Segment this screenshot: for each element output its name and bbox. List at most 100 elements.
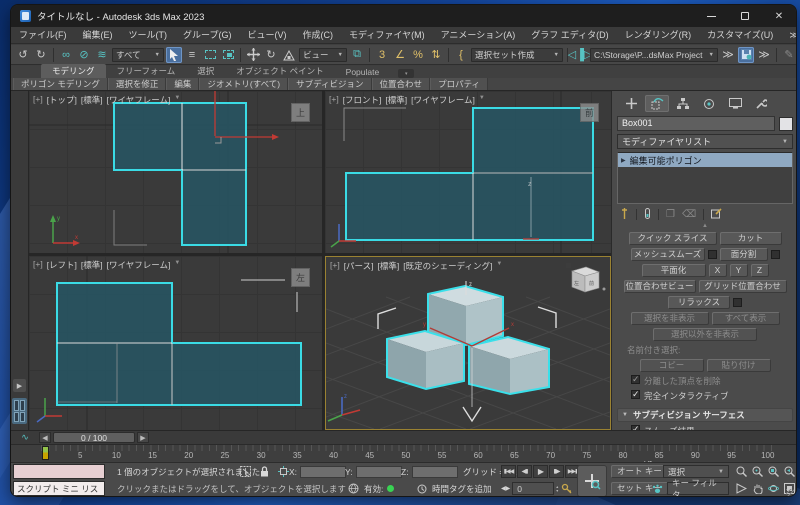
menu-item[interactable]: 作成(C) [294,27,341,44]
align-grid-button[interactable]: グリッド位置合わせ [699,280,787,293]
menu-item[interactable]: ビュー(V) [239,27,294,44]
viewport-shading-label[interactable]: [ワイヤフレーム] [411,94,475,106]
ribbon-tab-object-paint[interactable]: オブジェクト ペイント [225,64,334,78]
menu-item[interactable]: グラフ エディタ(D) [523,27,616,44]
maximize-button[interactable] [728,5,762,27]
viewport-pov-label[interactable]: [トップ] [47,94,77,106]
filters-paw-icon[interactable] [651,482,664,495]
display-tab-icon[interactable] [723,95,747,112]
zoom-extents-all-icon[interactable] [783,466,796,478]
edit-named-selection-icon[interactable]: { [453,47,469,63]
ref-coord-dropdown[interactable]: ビュー▼ [299,48,347,62]
utilities-tab-icon[interactable] [749,95,773,112]
minimize-button[interactable] [694,5,728,27]
project-folder-dropdown[interactable]: C:\Storage\P...dsMax Project▼ [590,48,718,62]
viewport-shading-label[interactable]: [既定のシェーディング] [403,260,492,272]
meshsmooth-button[interactable]: メッシュスムーズ [631,248,705,261]
fov-icon[interactable] [735,483,748,495]
time-tag-icon[interactable] [415,482,428,495]
prev-frame-button[interactable]: ◀▮ [517,465,532,478]
ribbon-group-geometry-all[interactable]: ジオメトリ(すべて) [199,78,288,90]
expand-arrow-icon[interactable]: ▶ [621,157,626,164]
viewport-menu-plus[interactable]: [+] [330,260,340,272]
menu-item[interactable]: モディファイヤ(M) [341,27,433,44]
viewport-pov-label[interactable]: [パース] [344,260,374,272]
viewport-front[interactable]: [+] [フロント] [標準] [ワイヤフレーム] ▼ 前 z [325,91,611,253]
named-selection-dropdown[interactable]: 選択セット作成▼ [471,48,563,62]
bind-spacewarp-icon[interactable]: ≋ [94,47,110,63]
unlink-icon[interactable]: ⊘ [76,47,92,63]
viewport-layout-tab-icon[interactable] [12,398,27,424]
viewport-standard-label[interactable]: [標準] [378,260,400,272]
make-unique-icon[interactable]: ❐ [666,209,675,220]
menu-item[interactable]: グループ(G) [175,27,239,44]
use-pivot-icon[interactable]: ⧉ [349,47,365,63]
menu-item[interactable]: レンダリング(R) [617,27,700,44]
frame-back-button[interactable]: ◀ [39,432,51,443]
select-by-name-icon[interactable]: ≡ [184,47,200,63]
ribbon-group-polygon-modeling[interactable]: ポリゴン モデリング [13,78,108,90]
modify-tab-icon[interactable] [645,95,669,112]
pan-hand-icon[interactable] [751,483,764,495]
motion-tab-icon[interactable] [697,95,721,112]
titlebar[interactable]: タイトルなし - Autodesk 3ds Max 2023 ✕ [11,5,796,27]
spinner-snap-icon[interactable]: ⇅ [428,47,444,63]
selection-filter-dropdown[interactable]: すべて▼ [112,48,164,62]
frame-spinner[interactable]: ▴▾ [556,485,558,493]
viewport-shading-label[interactable]: [ワイヤフレーム] [107,259,171,271]
script-listener-tab[interactable]: スクリプト ミニ リス [13,481,105,496]
ribbon-tab-freeform[interactable]: フリーフォーム [106,64,187,78]
redo-icon[interactable]: ↻ [33,47,49,63]
snap-toggle-icon[interactable]: 3 [374,47,390,63]
planar-x-button[interactable]: X [709,264,727,277]
hide-selected-button[interactable]: 選択を非表示 [631,312,709,325]
z-coord-field[interactable] [412,466,458,478]
zoom-extents-icon[interactable] [767,466,780,478]
frame-nudge-icon[interactable]: ◀▶ [501,485,510,492]
make-planar-button[interactable]: 平面化 [642,264,706,277]
move-icon[interactable] [245,47,261,63]
object-color-swatch[interactable] [779,117,793,131]
next-frame-button[interactable]: ▮▶ [549,465,564,478]
viewcube-top[interactable]: 上 [291,103,310,122]
planar-z-button[interactable]: Z [751,264,769,277]
save-scene-icon[interactable] [738,47,754,63]
mirror-icon[interactable]: ◁▐▷ [572,47,588,63]
menu-item[interactable]: アニメーション(A) [433,27,524,44]
selection-lock-icon[interactable] [258,465,271,478]
maxscript-mini-listener[interactable] [13,464,105,479]
timeline-ruler[interactable]: 0510152025303540455055606570758085909510… [11,444,796,461]
viewport-pov-label[interactable]: [レフト] [47,259,77,271]
viewport-menu-plus[interactable]: [+] [33,94,43,106]
viewport-shading-label[interactable]: [ワイヤフレーム] [107,94,171,106]
time-slider-handle[interactable] [42,446,49,460]
go-to-start-button[interactable]: ▮◀◀ [501,465,516,478]
pin-stack-icon[interactable] [620,208,629,222]
modifier-list-dropdown[interactable]: モディファイヤリスト ▼ [617,134,793,149]
object-name-field[interactable]: Box001 [617,116,775,131]
menu-item[interactable]: カスタマイズ(U) [699,27,781,44]
hierarchy-tab-icon[interactable] [671,95,695,112]
panel-splitter[interactable]: ▲ [617,223,793,229]
ribbon-tab-selection[interactable]: 選択 [186,64,225,78]
orbit-icon[interactable] [767,483,780,495]
close-button[interactable]: ✕ [762,5,796,27]
viewport-standard-label[interactable]: [標準] [81,94,103,106]
relax-settings-checkbox[interactable] [733,298,742,307]
ribbon-config-icon[interactable]: ▾ [398,69,414,78]
ribbon-group-align[interactable]: 位置合わせ [372,78,431,90]
current-frame-field[interactable]: 0 [512,482,554,495]
undo-icon[interactable]: ↺ [15,47,31,63]
ribbon-tab-modeling[interactable]: モデリング [41,64,106,78]
viewport-perspective[interactable]: [+] [パース] [標準] [既定のシェーディング] ▼ [325,256,611,430]
mini-curve-editor-icon[interactable]: ∿ [11,432,39,443]
show-end-result-icon[interactable] [644,208,651,222]
tessellate-settings-checkbox[interactable] [771,250,780,259]
full-interactivity-checkbox[interactable] [631,390,640,399]
planar-y-button[interactable]: Y [730,264,748,277]
isolate-selection-icon[interactable] [239,465,252,478]
create-tab-icon[interactable] [619,95,643,112]
angle-snap-icon[interactable]: ∠ [392,47,408,63]
y-coord-field[interactable] [356,466,402,478]
adaptive-degradation-icon[interactable] [347,482,360,495]
